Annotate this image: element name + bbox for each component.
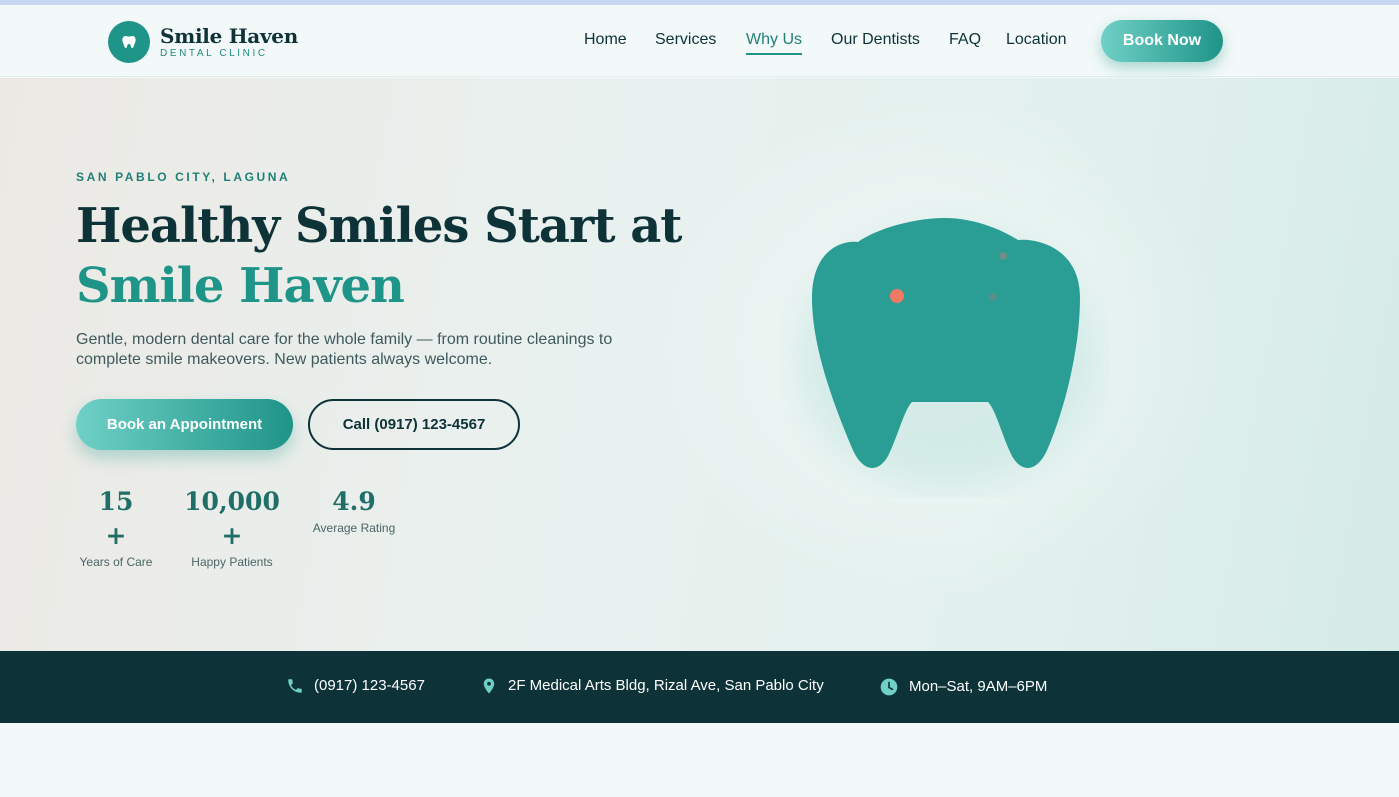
- stat-years-label: Years of Care: [79, 555, 153, 569]
- stat-patients-value: 10,000: [184, 487, 280, 516]
- info-phone[interactable]: (0917) 123-4567: [286, 677, 425, 695]
- brand-name: Smile Haven: [160, 23, 298, 48]
- hero-headline: Healthy Smiles Start at Smile Haven: [76, 196, 716, 316]
- headline-line-2: Smile Haven: [76, 258, 405, 314]
- nav-item-home[interactable]: Home: [584, 31, 627, 49]
- call-phone-button[interactable]: Call (0917) 123-4567: [308, 399, 520, 450]
- site-header: Smile Haven DENTAL CLINIC Home Services …: [0, 5, 1399, 77]
- stat-rating: 4.9 Average Rating: [308, 485, 400, 535]
- stat-patients-suffix: +: [221, 521, 243, 550]
- stat-years: 15 + Years of Care: [76, 485, 156, 569]
- brand-tagline: DENTAL CLINIC: [160, 47, 268, 59]
- hero-subtext: Gentle, modern dental care for the whole…: [76, 331, 613, 368]
- nav-item-our-dentists[interactable]: Our Dentists: [831, 31, 920, 49]
- stat-patients-label: Happy Patients: [191, 555, 273, 569]
- book-appointment-button[interactable]: Book an Appointment: [76, 399, 293, 450]
- clock-icon: [880, 678, 898, 696]
- stat-rating-value: 4.9: [332, 487, 376, 516]
- hero-section: SAN PABLO CITY, LAGUNA Healthy Smiles St…: [0, 78, 1399, 651]
- brand-logo[interactable]: Smile Haven DENTAL CLINIC: [108, 21, 298, 63]
- info-hours-text: Mon–Sat, 9AM–6PM: [909, 678, 1048, 695]
- book-now-button[interactable]: Book Now: [1101, 20, 1223, 62]
- tooth-logo-icon: [108, 21, 150, 63]
- phone-icon: [288, 679, 302, 693]
- info-address[interactable]: 2F Medical Arts Bldg, Rizal Ave, San Pab…: [480, 677, 824, 695]
- info-hours: Mon–Sat, 9AM–6PM: [879, 677, 1047, 697]
- stat-years-value: 15: [98, 487, 134, 516]
- contact-info-bar: (0917) 123-4567 2F Medical Arts Bldg, Ri…: [0, 651, 1399, 723]
- stat-rating-label: Average Rating: [312, 521, 396, 535]
- info-phone-text: (0917) 123-4567: [314, 677, 425, 694]
- nav-item-why-us[interactable]: Why Us: [746, 31, 802, 55]
- stat-years-suffix: +: [105, 521, 127, 550]
- hero-location-eyebrow: SAN PABLO CITY, LAGUNA: [76, 170, 291, 184]
- page-lower-area: [0, 723, 1399, 797]
- nav-item-faq[interactable]: FAQ: [949, 31, 981, 49]
- nav-item-services[interactable]: Services: [655, 31, 716, 49]
- headline-line-1: Healthy Smiles Start at: [76, 198, 682, 254]
- location-pin-icon: [483, 678, 495, 694]
- tooth-icon: [780, 198, 1110, 498]
- info-address-text: 2F Medical Arts Bldg, Rizal Ave, San Pab…: [508, 677, 824, 694]
- stat-patients: 10,000 + Happy Patients: [182, 485, 282, 569]
- nav-item-location[interactable]: Location: [1006, 31, 1067, 49]
